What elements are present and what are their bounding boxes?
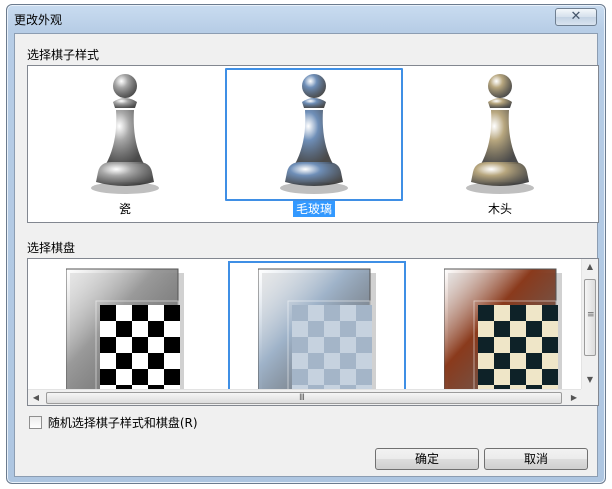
piece-option-porcelain[interactable]: 瓷 [36,68,214,216]
close-icon: ✕ [570,9,582,24]
dialog-title: 更改外观 [14,13,63,27]
pawn-icon [466,74,534,194]
random-option-label[interactable]: 随机选择棋子样式和棋盘(R) [48,416,198,430]
pawn-icon [280,74,348,194]
random-option-checkbox[interactable] [29,416,42,429]
scrollbar-corner [581,389,598,405]
board-option-wood-board[interactable] [414,261,592,393]
random-option-row[interactable]: 随机选择棋子样式和棋盘(R) [29,414,198,430]
piece-style-list: 瓷 毛玻璃 木头 [27,65,599,223]
pawn-icon [91,74,159,194]
scroll-down-arrow-icon[interactable]: ▼ [582,372,598,388]
cancel-button[interactable]: 取消 [484,448,588,470]
board-option-glass-board[interactable] [228,261,406,393]
vertical-grip-icon: ≡ [587,310,594,320]
piece-option-frosted-glass[interactable]: 毛玻璃 [225,68,403,217]
boards-section-label: 选择棋盘 [27,241,76,255]
piece-option-wood[interactable]: 木头 [411,68,589,216]
dialog-body: 选择棋子样式 瓷 毛玻璃 木头 选择棋盘 ▲ ≡ ▼ ◀ III ▶ 随机选择棋子… [14,33,599,477]
piece-option-label: 木头 [487,202,512,216]
horizontal-scroll-thumb[interactable]: III [46,392,562,404]
board-style-list: ▲ ≡ ▼ ◀ III ▶ [27,258,599,406]
ok-button[interactable]: 确定 [375,448,479,470]
board-list-horizontal-scrollbar[interactable]: ◀ III ▶ [28,389,582,405]
close-button[interactable]: ✕ [555,8,597,26]
piece-option-label: 毛玻璃 [292,201,335,217]
chessboard-icon [444,268,562,393]
scroll-left-arrow-icon[interactable]: ◀ [28,390,44,405]
scroll-right-arrow-icon[interactable]: ▶ [566,390,582,405]
vertical-scroll-thumb[interactable]: ≡ [584,279,596,356]
board-option-stone-board[interactable] [36,261,214,393]
chessboard-icon [66,268,184,393]
pieces-section-label: 选择棋子样式 [27,48,100,62]
board-list-vertical-scrollbar[interactable]: ▲ ≡ ▼ [581,259,598,389]
change-appearance-dialog: 更改外观 ✕ 选择棋子样式 瓷 毛玻璃 木头 选择棋盘 ▲ ≡ ▼ ◀ III ▶… [6,4,606,484]
horizontal-grip-icon: III [299,393,305,403]
scroll-up-arrow-icon[interactable]: ▲ [582,259,598,275]
piece-option-label: 瓷 [118,202,131,216]
title-bar: 更改外观 ✕ [7,5,605,33]
chessboard-icon [258,268,376,393]
